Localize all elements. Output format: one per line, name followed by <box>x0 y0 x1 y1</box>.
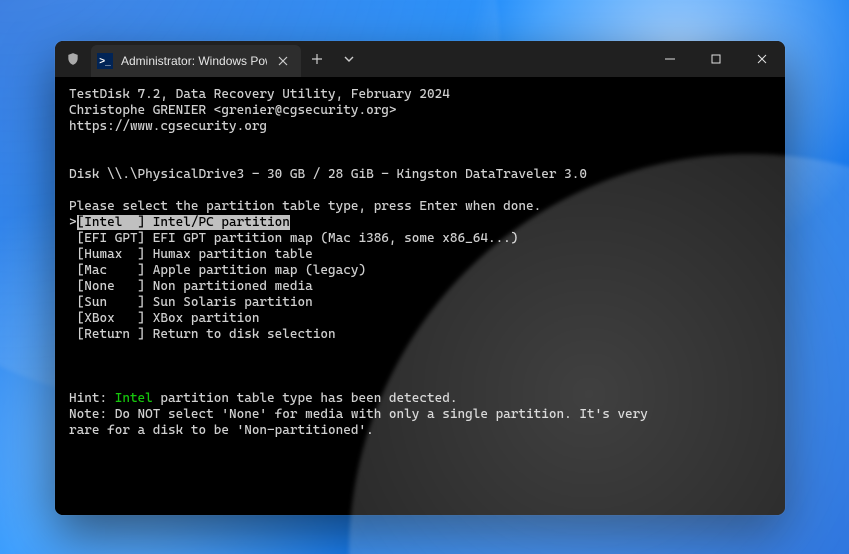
terminal-content[interactable]: TestDisk 7.2, Data Recovery Utility, Feb… <box>55 77 785 515</box>
detected-type: Intel <box>115 391 153 406</box>
powershell-icon: >_ <box>97 53 113 69</box>
partition-option[interactable]: [Return ] Return to disk selection <box>69 327 771 343</box>
prompt-line: Please select the partition table type, … <box>69 199 771 215</box>
desktop-wallpaper: >_ Administrator: Windows Powe <box>0 0 849 554</box>
minimize-button[interactable] <box>647 41 693 77</box>
tab-active[interactable]: >_ Administrator: Windows Powe <box>91 45 301 77</box>
partition-option[interactable]: [EFI GPT] EFI GPT partition map (Mac i38… <box>69 231 771 247</box>
disk-info-line: Disk \\.\PhysicalDrive3 - 30 GB / 28 GiB… <box>69 167 771 183</box>
partition-option[interactable]: >[Intel ] Intel/PC partition <box>69 215 771 231</box>
close-button[interactable] <box>739 41 785 77</box>
window-titlebar[interactable]: >_ Administrator: Windows Powe <box>55 41 785 77</box>
partition-option[interactable]: [Sun ] Sun Solaris partition <box>69 295 771 311</box>
maximize-button[interactable] <box>693 41 739 77</box>
titlebar-drag-region[interactable] <box>365 41 647 77</box>
app-header-line: TestDisk 7.2, Data Recovery Utility, Feb… <box>69 87 771 103</box>
partition-option[interactable]: [XBox ] XBox partition <box>69 311 771 327</box>
note-line-2: rare for a disk to be 'Non-partitioned'. <box>69 423 771 439</box>
uac-shield-icon <box>55 41 91 77</box>
tab-title: Administrator: Windows Powe <box>121 54 267 68</box>
author-line: Christophe GRENIER <grenier@cgsecurity.o… <box>69 103 771 119</box>
tab-dropdown-button[interactable] <box>333 41 365 77</box>
url-line: https://www.cgsecurity.org <box>69 119 771 135</box>
partition-option[interactable]: [Mac ] Apple partition map (legacy) <box>69 263 771 279</box>
new-tab-button[interactable] <box>301 41 333 77</box>
tab-close-button[interactable] <box>275 53 291 69</box>
note-line-1: Note: Do NOT select 'None' for media wit… <box>69 407 771 423</box>
terminal-window: >_ Administrator: Windows Powe <box>55 41 785 515</box>
hint-line: Hint: Intel partition table type has bee… <box>69 391 771 407</box>
partition-option[interactable]: [Humax ] Humax partition table <box>69 247 771 263</box>
partition-option[interactable]: [None ] Non partitioned media <box>69 279 771 295</box>
